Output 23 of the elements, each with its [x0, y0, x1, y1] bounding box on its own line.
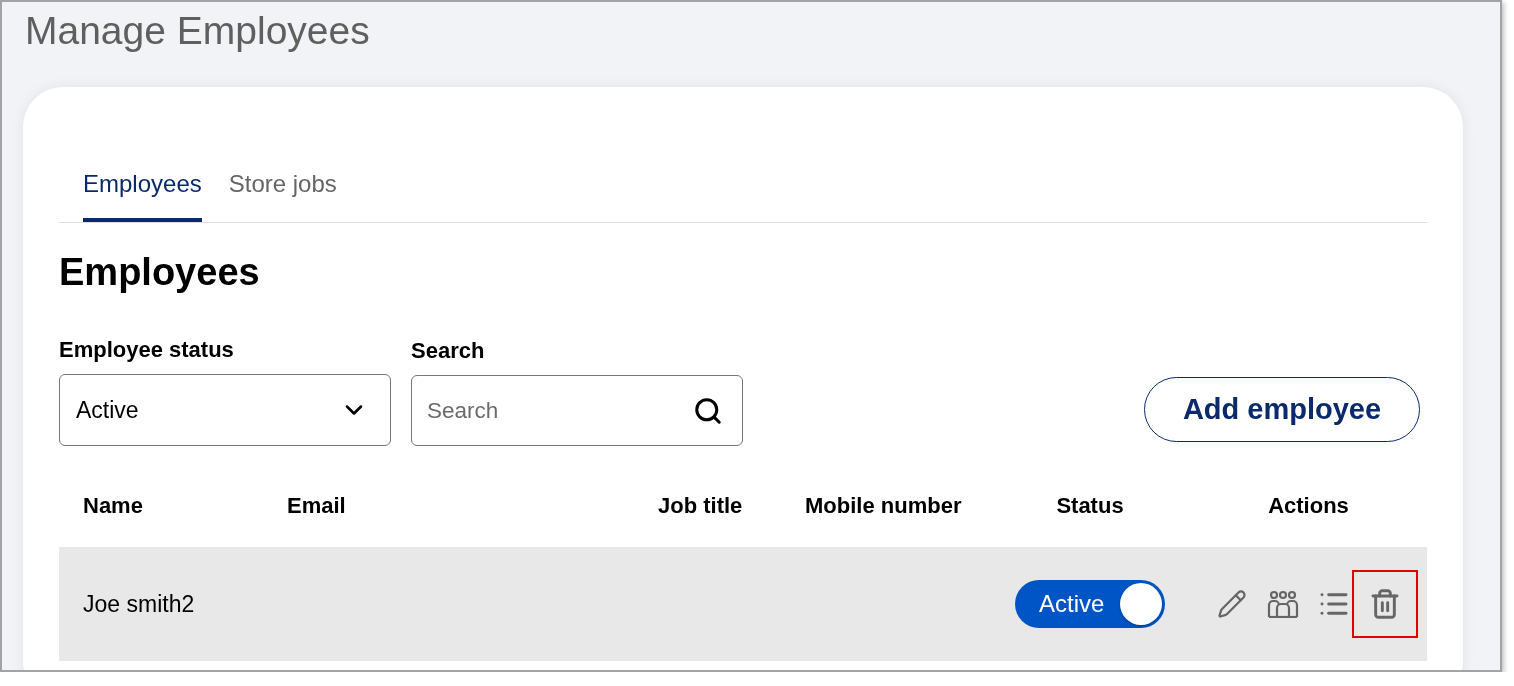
tab[interactable]: Store jobs	[228, 159, 337, 222]
page-title: Manage Employees	[25, 9, 370, 53]
column-header: Status	[1056, 493, 1124, 519]
trash-icon	[1369, 588, 1401, 620]
add-employee-button[interactable]: Add employee	[1144, 377, 1420, 442]
section-heading: Employees	[59, 250, 260, 295]
tab[interactable]: Employees	[83, 159, 202, 222]
column-header: Name	[83, 493, 143, 519]
field-label: Employee status	[59, 338, 234, 362]
column-header: Mobile number	[805, 493, 962, 519]
table-row[interactable]: Joe smith2 Active	[59, 547, 1427, 661]
column-header: Email	[287, 493, 346, 519]
search-icon	[693, 395, 723, 426]
people-icon	[1267, 590, 1299, 618]
search-field[interactable]: Search	[411, 375, 743, 446]
status-dropdown[interactable]: Active	[59, 374, 391, 446]
table-cell: Joe smith2	[83, 591, 195, 617]
field-label: Search	[411, 339, 485, 363]
status-toggle[interactable]: Active	[1015, 580, 1165, 628]
column-header: Actions	[1268, 493, 1349, 519]
delete-button[interactable]	[1352, 570, 1418, 638]
pencil-icon	[1217, 589, 1247, 619]
column-header: Job title	[658, 493, 743, 519]
